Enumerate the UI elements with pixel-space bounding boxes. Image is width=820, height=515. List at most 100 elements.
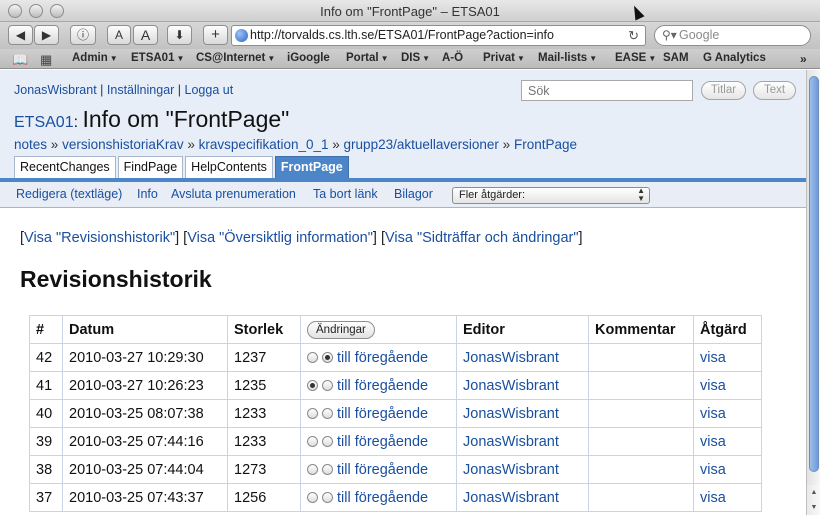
diff-link[interactable]: till föregående xyxy=(337,406,428,422)
view-revision-link[interactable]: visa xyxy=(700,406,726,422)
grid-icon[interactable]: ▦ xyxy=(40,52,52,68)
view-revision-link[interactable]: visa xyxy=(700,490,726,506)
remove-link-link[interactable]: Ta bort länk xyxy=(313,187,378,201)
editor-link[interactable]: JonasWisbrant xyxy=(463,406,559,422)
breadcrumb-item[interactable]: kravspecifikation_0_1 xyxy=(199,137,329,152)
bookmark-sam[interactable]: SAM xyxy=(663,52,689,64)
search-text-button[interactable]: Text xyxy=(753,81,796,100)
table-row: 41 2010-03-27 10:26:23 1235 till föregåe… xyxy=(29,371,762,400)
browser-toolbar: ◀ ▶ ⓘ A A ⬇ + http://torvalds.cs.lth.se/… xyxy=(0,22,820,49)
wiki-header: JonasWisbrant | Inställningar | Logga ut… xyxy=(0,70,806,178)
table-row: 40 2010-03-25 08:07:38 1233 till föregåe… xyxy=(29,399,762,428)
bookmark-cs-internet[interactable]: CS@Internet ▼ xyxy=(196,52,275,64)
rev-from-radio[interactable] xyxy=(307,463,318,475)
view-overview-link[interactable]: Visa "Översiktlig information" xyxy=(187,230,373,246)
rev-to-radio[interactable] xyxy=(322,491,333,503)
info-link[interactable]: Info xyxy=(137,187,158,201)
diff-link[interactable]: till föregående xyxy=(337,350,428,366)
changes-button[interactable]: Ändringar xyxy=(307,320,375,339)
tab-recentchanges[interactable]: RecentChanges xyxy=(14,156,116,178)
rev-to-radio[interactable] xyxy=(322,351,333,363)
rev-to-radio[interactable] xyxy=(322,379,333,391)
tab-frontpage[interactable]: FrontPage xyxy=(274,156,349,178)
page-info-button[interactable]: ⓘ xyxy=(70,25,96,45)
rev-from-radio[interactable] xyxy=(307,351,318,363)
bookmark-igoogle[interactable]: iGoogle xyxy=(287,52,330,64)
editor-link[interactable]: JonasWisbrant xyxy=(463,434,559,450)
book-icon[interactable]: 📖 xyxy=(12,52,28,68)
forward-arrow-icon: ▶ xyxy=(41,28,52,42)
logout-link[interactable]: Logga ut xyxy=(185,83,234,97)
view-revision-link[interactable]: visa xyxy=(700,350,726,366)
attachments-link[interactable]: Bilagor xyxy=(394,187,433,201)
view-hits-link[interactable]: Visa "Sidträffar och ändringar" xyxy=(385,230,579,246)
view-revision-history-link[interactable]: Visa "Revisionshistorik" xyxy=(24,230,175,246)
diff-link[interactable]: till föregående xyxy=(337,462,428,478)
search-titles-button[interactable]: Titlar xyxy=(701,81,746,100)
vertical-scrollbar[interactable]: ▲ ▼ xyxy=(806,70,820,515)
reload-icon[interactable]: ↻ xyxy=(628,26,639,45)
add-bookmark-button[interactable]: + xyxy=(203,25,228,45)
more-actions-select[interactable]: Fler åtgärder: ▲ ▼ xyxy=(452,187,650,204)
view-revision-link[interactable]: visa xyxy=(700,462,726,478)
rev-from-radio[interactable] xyxy=(307,407,318,419)
editor-link[interactable]: JonasWisbrant xyxy=(463,462,559,478)
col-action: Åtgärd xyxy=(693,315,762,344)
diff-link[interactable]: till föregående xyxy=(337,378,428,394)
view-revision-link[interactable]: visa xyxy=(700,378,726,394)
back-arrow-icon: ◀ xyxy=(15,28,26,42)
col-editor: Editor xyxy=(456,315,589,344)
tab-helpcontents[interactable]: HelpContents xyxy=(185,156,273,178)
diff-link[interactable]: till föregående xyxy=(337,490,428,506)
bookmark-admin[interactable]: Admin ▼ xyxy=(72,52,118,64)
download-button[interactable]: ⬇ xyxy=(167,25,192,45)
window-title: Info om "FrontPage" – ETSA01 xyxy=(320,4,500,19)
unsubscribe-link[interactable]: Avsluta prenumeration xyxy=(171,187,296,201)
rev-to-radio[interactable] xyxy=(322,407,333,419)
settings-link[interactable]: Inställningar xyxy=(107,83,174,97)
breadcrumb-item[interactable]: grupp23/aktuellaversioner xyxy=(344,137,499,152)
rev-from-radio[interactable] xyxy=(307,379,318,391)
table-row: 39 2010-03-25 07:44:16 1233 till föregåe… xyxy=(29,427,762,456)
username-link[interactable]: JonasWisbrant xyxy=(14,83,97,97)
editor-link[interactable]: JonasWisbrant xyxy=(463,350,559,366)
scrollbar-thumb[interactable] xyxy=(809,76,819,472)
edit-text-link[interactable]: Redigera (textläge) xyxy=(16,187,122,201)
bookmark-a-o[interactable]: A-Ö xyxy=(442,52,463,64)
page-title: ETSA01: Info om "FrontPage" xyxy=(14,106,290,132)
bookmark-g-analytics[interactable]: G Analytics xyxy=(703,52,766,64)
bookmarks-overflow-icon[interactable]: » xyxy=(800,52,807,66)
editor-link[interactable]: JonasWisbrant xyxy=(463,378,559,394)
view-revision-link[interactable]: visa xyxy=(700,434,726,450)
breadcrumb-item[interactable]: FrontPage xyxy=(514,137,577,152)
bookmark-etsa01[interactable]: ETSA01 ▼ xyxy=(131,52,184,64)
rev-to-radio[interactable] xyxy=(322,435,333,447)
address-bar[interactable]: http://torvalds.cs.lth.se/ETSA01/FrontPa… xyxy=(231,25,646,46)
tab-findpage[interactable]: FindPage xyxy=(117,156,184,178)
breadcrumb-item[interactable]: notes xyxy=(14,137,47,152)
bookmark-portal[interactable]: Portal ▼ xyxy=(346,52,389,64)
browser-search-field[interactable]: ⚲▾ Google xyxy=(654,25,811,46)
revision-table: # Datum Storlek Ändringar Editor Komment… xyxy=(29,315,762,512)
globe-icon xyxy=(235,29,248,42)
rev-to-radio[interactable] xyxy=(322,463,333,475)
bookmark-ease[interactable]: EASE ▼ xyxy=(615,52,656,64)
wiki-search-input[interactable] xyxy=(521,80,693,101)
scroll-arrows-icon[interactable]: ▲ ▼ xyxy=(807,485,820,515)
forward-button[interactable]: ▶ xyxy=(34,25,59,45)
back-button[interactable]: ◀ xyxy=(8,25,33,45)
view-links: [Visa "Revisionshistorik"] [Visa "Översi… xyxy=(20,230,583,246)
site-name-link[interactable]: ETSA01 xyxy=(14,114,74,131)
breadcrumb-item[interactable]: versionshistoriaKrav xyxy=(62,137,184,152)
bookmark-privat[interactable]: Privat ▼ xyxy=(483,52,525,64)
bookmark-mail-lists[interactable]: Mail-lists ▼ xyxy=(538,52,597,64)
diff-link[interactable]: till föregående xyxy=(337,434,428,450)
bookmark-dis[interactable]: DIS ▼ xyxy=(401,52,430,64)
info-icon: ⓘ xyxy=(76,28,89,42)
rev-from-radio[interactable] xyxy=(307,435,318,447)
editor-link[interactable]: JonasWisbrant xyxy=(463,490,559,506)
text-smaller-button[interactable]: A xyxy=(107,25,131,45)
bookmarks-bar: 📖 ▦ Admin ▼ ETSA01 ▼ CS@Internet ▼ iGoogle … xyxy=(0,49,820,69)
rev-from-radio[interactable] xyxy=(307,491,318,503)
text-larger-button[interactable]: A xyxy=(133,25,158,45)
